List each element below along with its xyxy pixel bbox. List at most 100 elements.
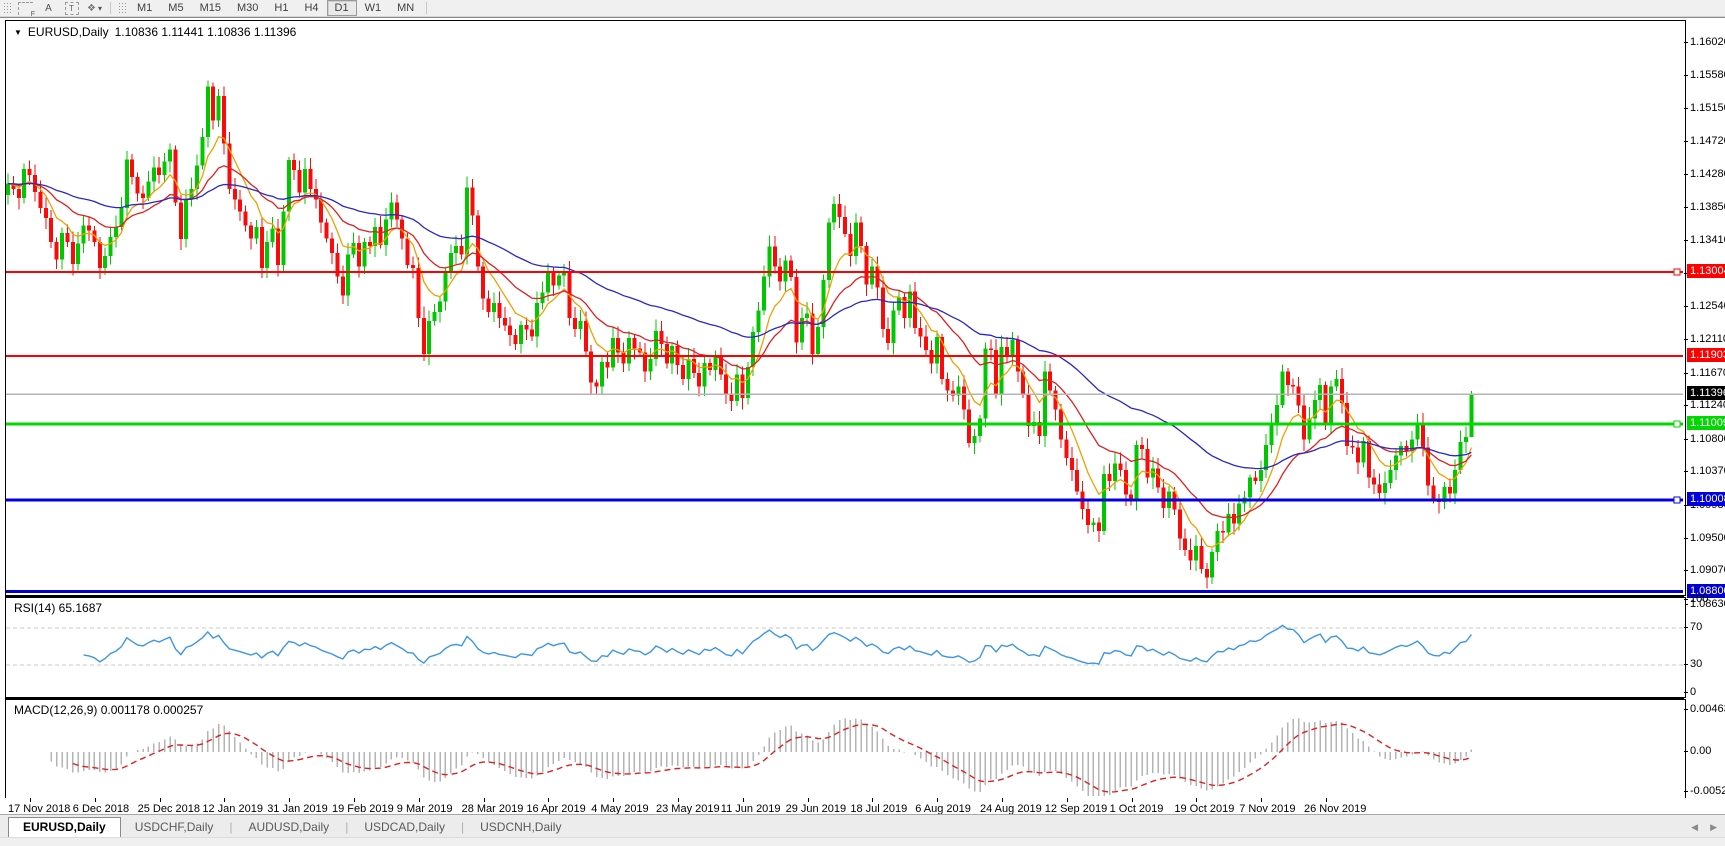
price-tick-mark [1684, 373, 1688, 374]
timeframe-h4-button[interactable]: H4 [296, 0, 326, 16]
price-tick-label: 1.15580 [1690, 69, 1725, 81]
ohlc-values: 1.10836 1.11441 1.10836 1.11396 [115, 25, 297, 39]
timeframe-w1-button[interactable]: W1 [357, 0, 390, 16]
line-drag-handle[interactable] [1674, 421, 1680, 427]
date-tick-mark [160, 798, 161, 802]
timeframe-m15-button[interactable]: M15 [192, 0, 229, 16]
rsi-tick-label: 30 [1690, 658, 1702, 670]
price-tag: 1.11396 [1687, 386, 1725, 400]
date-tick-mark [1067, 798, 1068, 802]
macd-axis: 0.00463 0.00 -0.00529 [1684, 699, 1725, 797]
macd-tick-label: 0.00463 [1690, 703, 1725, 715]
price-axis: 1.160201.155801.151501.147201.142801.138… [1684, 20, 1725, 596]
main-chart-canvas[interactable] [6, 21, 1683, 593]
timeframe-h1-button[interactable]: H1 [266, 0, 296, 16]
date-tick-mark [95, 798, 96, 802]
macd-tick-label: 0.00 [1690, 745, 1711, 757]
collapse-ohlc-icon[interactable]: ▼ [14, 28, 22, 37]
tab-eurusd[interactable]: EURUSD,Daily [8, 817, 121, 837]
date-tick-mark [30, 798, 31, 802]
timeframe-m1-button[interactable]: M1 [129, 0, 160, 16]
tab-separator: | [227, 820, 234, 837]
timeframes-group: M1M5M15M30H1H4D1W1MN [129, 0, 422, 16]
date-tick-mark [548, 798, 549, 802]
date-tick-mark [1196, 798, 1197, 802]
price-tick-label: 1.14280 [1690, 168, 1725, 180]
date-tick-mark [354, 798, 355, 802]
date-tick-mark [937, 798, 938, 802]
tab-audusd[interactable]: AUDUSD,Daily [235, 818, 344, 837]
line-drag-handle[interactable] [1674, 497, 1680, 503]
toolbar: FAT ❖▾ M1M5M15M30H1H4D1W1MN [0, 0, 1725, 17]
date-tick-mark [289, 798, 290, 802]
price-tick-mark [1684, 141, 1688, 142]
rsi-axis: 10070300 [1684, 597, 1725, 696]
rsi-panel[interactable]: RSI(14) 65.1687 [5, 597, 1686, 698]
text-tool-icon[interactable]: A [40, 2, 57, 15]
price-tick-mark [1684, 174, 1688, 175]
fibo-grid-tool-icon[interactable]: F [17, 2, 34, 15]
price-tick-label: 1.11240 [1690, 399, 1725, 411]
tab-scroll-left-icon[interactable]: ◀ [1691, 822, 1698, 833]
chart-window: ▼ EURUSD,Daily 1.10836 1.11441 1.10836 1… [0, 17, 1725, 814]
timeframe-m5-button[interactable]: M5 [160, 0, 191, 16]
price-tick-mark [1684, 405, 1688, 406]
price-tick-mark [1684, 42, 1688, 43]
tab-usdchf[interactable]: USDCHF,Daily [121, 818, 228, 837]
tab-separator: | [459, 820, 466, 837]
macd-panel[interactable]: MACD(12,26,9) 0.001178 0.000257 [5, 699, 1686, 799]
price-chart-panel[interactable]: ▼ EURUSD,Daily 1.10836 1.11441 1.10836 1… [5, 20, 1686, 596]
status-strip [0, 837, 1725, 846]
rsi-tick-label: 0 [1690, 686, 1696, 698]
tab-usdcnh[interactable]: USDCNH,Daily [466, 818, 575, 837]
toolbar-grip[interactable] [118, 2, 126, 14]
tab-separator: | [343, 820, 350, 837]
text-label-tool-icon[interactable]: T [63, 2, 80, 15]
price-tick-mark [1684, 471, 1688, 472]
mt4-terminal: FAT ❖▾ M1M5M15M30H1H4D1W1MN ▼ EURUSD,Dail… [0, 0, 1725, 846]
price-tick-label: 1.11670 [1690, 367, 1725, 379]
tab-usdcad[interactable]: USDCAD,Daily [350, 818, 459, 837]
macd-label: MACD(12,26,9) 0.001178 0.000257 [14, 703, 203, 717]
line-drag-handle[interactable] [1674, 269, 1680, 275]
date-tick-mark [613, 798, 614, 802]
price-tick-label: 1.09070 [1690, 564, 1725, 576]
price-tick-label: 1.13410 [1690, 234, 1725, 246]
macd-tick-label: -0.00529 [1690, 785, 1725, 797]
macd-canvas[interactable] [6, 700, 1683, 796]
toolbar-separator [426, 2, 427, 14]
toolbar-grip[interactable] [3, 2, 11, 14]
timeframe-d1-button[interactable]: D1 [327, 0, 357, 16]
price-tag: 1.11903 [1687, 348, 1725, 362]
price-tick-label: 1.12110 [1690, 333, 1725, 345]
price-tick-mark [1684, 207, 1688, 208]
price-tick-label: 1.10800 [1690, 433, 1725, 445]
arrows-tool-icon[interactable]: ❖▾ [86, 2, 103, 15]
date-tick-mark [678, 798, 679, 802]
price-tick-label: 1.16020 [1690, 36, 1725, 48]
price-tick-mark [1684, 75, 1688, 76]
price-tag: 1.11009 [1687, 416, 1725, 430]
timeframe-mn-button[interactable]: MN [389, 0, 422, 16]
date-tick-mark [419, 798, 420, 802]
drawing-tools-group: FAT ❖▾ [14, 2, 106, 15]
price-tick-mark [1684, 306, 1688, 307]
tab-scroll-right-icon[interactable]: ▶ [1710, 822, 1717, 833]
rsi-tick-label: 70 [1690, 621, 1702, 633]
rsi-tick-label: 100 [1690, 593, 1708, 605]
timeframe-m30-button[interactable]: M30 [229, 0, 266, 16]
date-tick-mark [1261, 798, 1262, 802]
rsi-label: RSI(14) 65.1687 [14, 601, 102, 615]
price-tick-mark [1684, 339, 1688, 340]
price-tick-label: 1.15150 [1690, 102, 1725, 114]
price-tick-mark [1684, 108, 1688, 109]
date-tick-mark [808, 798, 809, 802]
price-tick-mark [1684, 538, 1688, 539]
rsi-canvas[interactable] [6, 598, 1683, 695]
price-tick-label: 1.14720 [1690, 135, 1725, 147]
toolbar-separator [110, 2, 111, 14]
price-tick-label: 1.09500 [1690, 532, 1725, 544]
price-tag: 1.10008 [1687, 492, 1725, 506]
price-tick-label: 1.10370 [1690, 465, 1725, 477]
chart-title: ▼ EURUSD,Daily 1.10836 1.11441 1.10836 1… [14, 25, 296, 39]
